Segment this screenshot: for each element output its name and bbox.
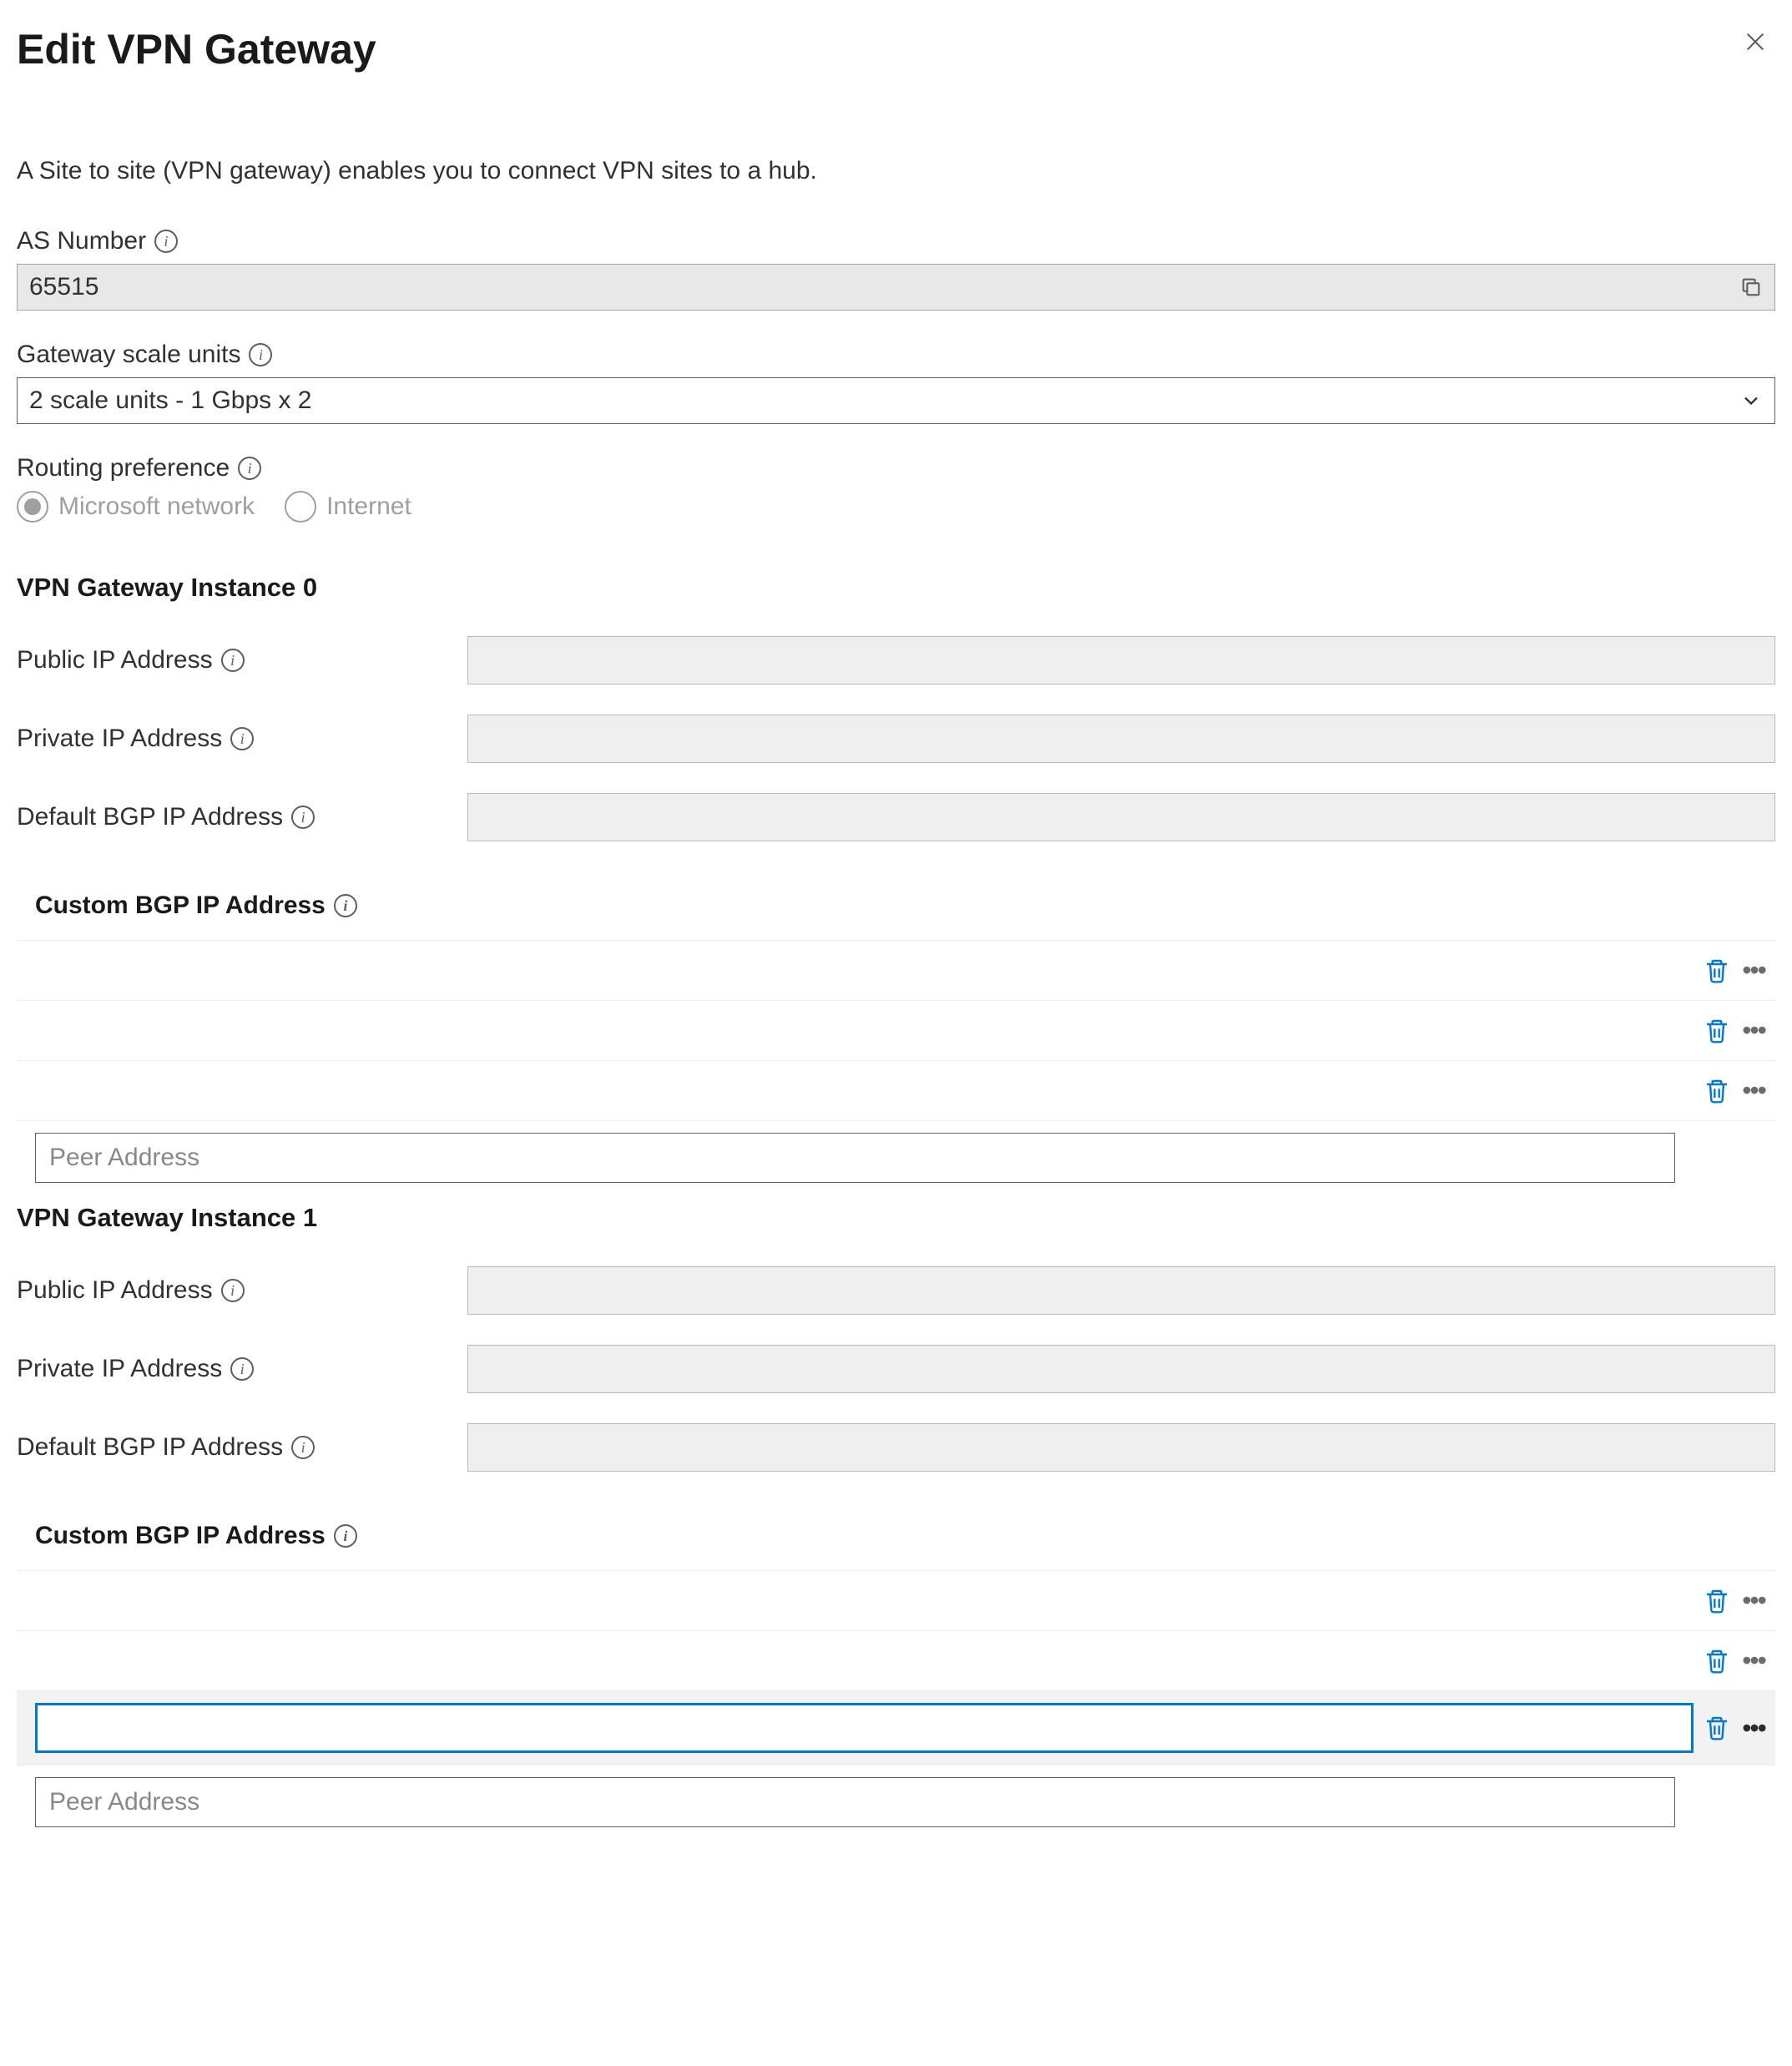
close-button[interactable] <box>1735 25 1775 63</box>
info-icon[interactable]: i <box>291 1436 315 1459</box>
radio-unselected-icon <box>285 491 316 523</box>
info-icon[interactable]: i <box>230 1357 254 1381</box>
more-icon[interactable]: ••• <box>1740 1648 1767 1675</box>
more-icon[interactable]: ••• <box>1740 1588 1767 1614</box>
private-ip-label: Private IP Address <box>17 725 222 753</box>
instance0-title: VPN Gateway Instance 0 <box>17 573 1775 603</box>
public-ip-field <box>467 1266 1775 1315</box>
routing-option-internet: Internet <box>285 491 411 523</box>
trash-icon[interactable] <box>1704 1648 1730 1675</box>
info-icon[interactable]: i <box>291 806 315 829</box>
panel-header: Edit VPN Gateway <box>17 25 1775 73</box>
default-bgp-label: Default BGP IP Address <box>17 1433 283 1462</box>
peer-address-input[interactable] <box>35 1777 1675 1827</box>
custom-bgp-header: Custom BGP IP Address i <box>17 871 1775 941</box>
private-ip-label: Private IP Address <box>17 1355 222 1383</box>
chevron-down-icon <box>1739 389 1763 412</box>
as-number-label: AS Number <box>17 227 146 255</box>
routing-option-label: Microsoft network <box>58 493 255 521</box>
instance1-title: VPN Gateway Instance 1 <box>17 1203 1775 1233</box>
bgp-entry-row: ••• <box>17 1571 1775 1631</box>
bgp-entry-row-active: ••• <box>17 1691 1775 1765</box>
default-bgp-label: Default BGP IP Address <box>17 803 283 831</box>
radio-selected-icon <box>17 491 48 523</box>
routing-option-microsoft: Microsoft network <box>17 491 255 523</box>
more-icon[interactable]: ••• <box>1740 957 1767 984</box>
trash-icon[interactable] <box>1704 1018 1730 1044</box>
gateway-scale-select[interactable]: 2 scale units - 1 Gbps x 2 <box>17 377 1775 424</box>
bgp-entry-row: ••• <box>17 1061 1775 1121</box>
private-ip-field <box>467 715 1775 763</box>
as-number-field: 65515 <box>17 264 1775 311</box>
custom-bgp-header-label: Custom BGP IP Address <box>35 1522 326 1550</box>
gateway-scale-label: Gateway scale units <box>17 341 240 369</box>
copy-icon[interactable] <box>1739 275 1763 299</box>
info-icon[interactable]: i <box>221 649 245 672</box>
info-icon[interactable]: i <box>238 457 261 480</box>
trash-icon[interactable] <box>1704 1715 1730 1741</box>
public-ip-field <box>467 636 1775 684</box>
trash-icon[interactable] <box>1704 957 1730 984</box>
info-icon[interactable]: i <box>230 727 254 750</box>
trash-icon[interactable] <box>1704 1078 1730 1104</box>
description-text: A Site to site (VPN gateway) enables you… <box>17 157 1775 185</box>
info-icon[interactable]: i <box>221 1279 245 1302</box>
private-ip-field <box>467 1345 1775 1393</box>
custom-bgp-header-label: Custom BGP IP Address <box>35 892 326 920</box>
as-number-group: AS Number i 65515 <box>17 227 1775 311</box>
custom-bgp-header: Custom BGP IP Address i <box>17 1502 1775 1571</box>
bgp-entry-row: ••• <box>17 1631 1775 1691</box>
peer-address-input[interactable] <box>35 1133 1675 1183</box>
gateway-scale-group: Gateway scale units i 2 scale units - 1 … <box>17 341 1775 424</box>
more-icon[interactable]: ••• <box>1740 1018 1767 1044</box>
more-icon[interactable]: ••• <box>1740 1715 1767 1741</box>
info-icon[interactable]: i <box>154 230 178 253</box>
close-icon <box>1742 28 1769 55</box>
default-bgp-field <box>467 793 1775 841</box>
trash-icon[interactable] <box>1704 1588 1730 1614</box>
bgp-address-input[interactable] <box>35 1703 1694 1753</box>
public-ip-label: Public IP Address <box>17 1276 213 1305</box>
as-number-value: 65515 <box>29 273 98 301</box>
public-ip-label: Public IP Address <box>17 646 213 674</box>
gateway-scale-value: 2 scale units - 1 Gbps x 2 <box>29 386 312 415</box>
page-title: Edit VPN Gateway <box>17 25 376 73</box>
info-icon[interactable]: i <box>249 343 272 366</box>
routing-option-label: Internet <box>326 493 411 521</box>
info-icon[interactable]: i <box>334 894 357 917</box>
bgp-entry-row: ••• <box>17 1001 1775 1061</box>
default-bgp-field <box>467 1423 1775 1472</box>
routing-pref-label: Routing preference <box>17 454 230 482</box>
more-icon[interactable]: ••• <box>1740 1078 1767 1104</box>
routing-pref-group: Routing preference i Microsoft network I… <box>17 454 1775 523</box>
info-icon[interactable]: i <box>334 1524 357 1548</box>
bgp-entry-row: ••• <box>17 941 1775 1001</box>
